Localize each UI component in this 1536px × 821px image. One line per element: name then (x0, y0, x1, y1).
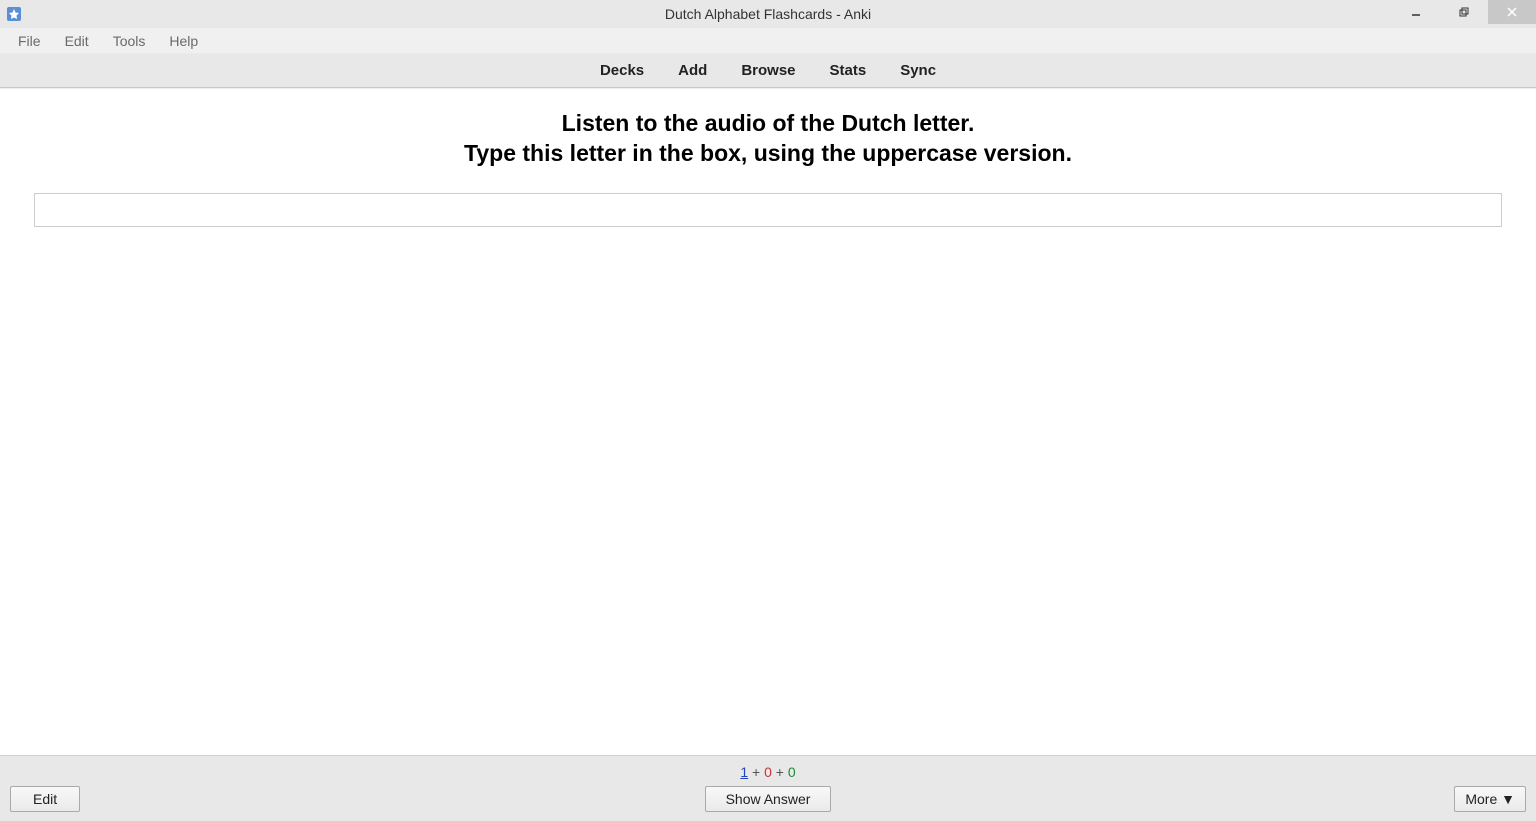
bottom-button-row: Edit Show Answer More ▼ (0, 786, 1536, 812)
stat-separator-2: + (772, 764, 788, 780)
window-title: Dutch Alphabet Flashcards - Anki (665, 6, 871, 22)
review-stats: 1 + 0 + 0 (740, 764, 795, 780)
stat-review-count: 0 (788, 764, 796, 780)
maximize-button[interactable] (1440, 0, 1488, 24)
edit-button[interactable]: Edit (10, 786, 80, 812)
show-answer-button[interactable]: Show Answer (705, 786, 832, 812)
more-button[interactable]: More ▼ (1454, 786, 1526, 812)
tab-stats[interactable]: Stats (830, 62, 867, 79)
tabbar: Decks Add Browse Stats Sync (0, 54, 1536, 88)
app-icon (6, 6, 22, 22)
menu-help[interactable]: Help (157, 31, 210, 51)
tab-browse[interactable]: Browse (741, 62, 795, 79)
tab-sync[interactable]: Sync (900, 62, 936, 79)
bottombar: 1 + 0 + 0 Edit Show Answer More ▼ (0, 755, 1536, 821)
card-content: Listen to the audio of the Dutch letter.… (0, 88, 1536, 755)
menu-file[interactable]: File (6, 31, 53, 51)
tab-decks[interactable]: Decks (600, 62, 644, 79)
menubar: File Edit Tools Help (0, 28, 1536, 54)
stat-separator-1: + (748, 764, 764, 780)
card-prompt: Listen to the audio of the Dutch letter.… (464, 109, 1072, 169)
prompt-line-1: Listen to the audio of the Dutch letter. (464, 109, 1072, 139)
prompt-line-2: Type this letter in the box, using the u… (464, 139, 1072, 169)
minimize-button[interactable] (1392, 0, 1440, 24)
menu-edit[interactable]: Edit (53, 31, 101, 51)
close-button[interactable] (1488, 0, 1536, 24)
stat-new-count: 1 (740, 764, 748, 780)
answer-input[interactable] (34, 193, 1502, 227)
stat-learn-count: 0 (764, 764, 772, 780)
window-controls (1392, 0, 1536, 24)
tab-add[interactable]: Add (678, 62, 707, 79)
titlebar: Dutch Alphabet Flashcards - Anki (0, 0, 1536, 28)
menu-tools[interactable]: Tools (101, 31, 158, 51)
